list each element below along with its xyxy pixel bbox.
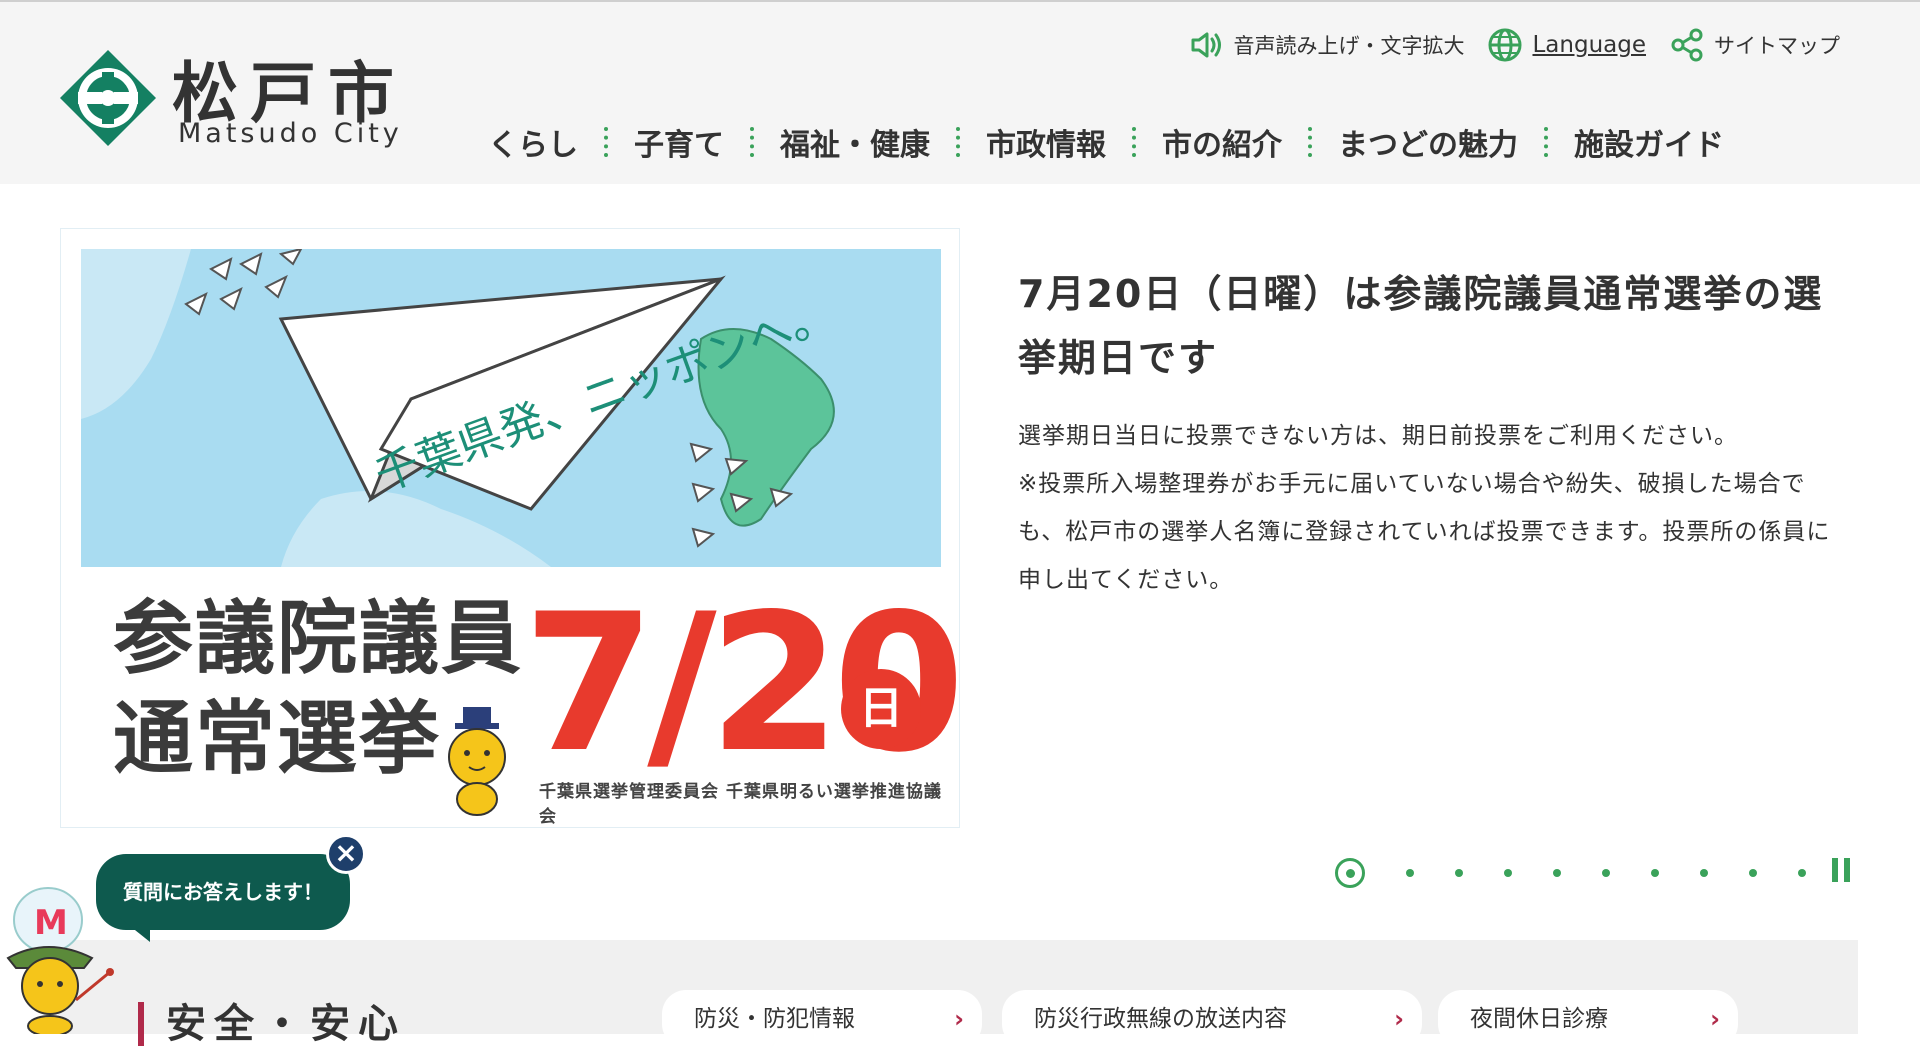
article-body: 選挙期日当日に投票できない方は、期日前投票をご利用ください。 ※投票所入場整理券…	[1018, 412, 1848, 604]
share-icon	[1671, 28, 1703, 62]
language-link[interactable]: Language	[1486, 26, 1646, 64]
globe-icon	[1488, 28, 1522, 62]
speaker-icon	[1191, 32, 1222, 58]
banner-day-badge: 日	[841, 669, 921, 749]
chatbot-mascot-icon[interactable]: M	[0, 880, 120, 1034]
article-body-paragraph: ※投票所入場整理券がお手元に届いていない場合や紛失、破損した場合でも、松戸市の選…	[1018, 471, 1831, 593]
quick-link-label: 防災行政無線の放送内容	[1034, 1006, 1287, 1032]
carousel-dot[interactable]	[1553, 869, 1561, 877]
carousel-dot[interactable]	[1700, 869, 1708, 877]
section-heading: 安全・安心	[138, 1002, 406, 1046]
nav-item-kosodate[interactable]: 子育て	[616, 120, 742, 164]
quick-link-disaster-info[interactable]: 防災・防犯情報 ›	[662, 990, 982, 1048]
chevron-right-icon: ›	[1394, 1005, 1404, 1033]
nav-divider	[604, 127, 608, 157]
global-navigation: くらし 子育て 福祉・健康 市政情報 市の紹介 まつどの魅力 施設ガイド	[470, 120, 1742, 164]
site-header: 松戸市 Matsudo City 音声読み上げ・文字拡大 Language サイ…	[0, 0, 1920, 184]
nav-divider	[1132, 127, 1136, 157]
utility-links: 音声読み上げ・文字拡大 Language サイトマップ	[1187, 26, 1840, 64]
article-title[interactable]: 7月20日（日曜）は参議院議員通常選挙の選挙期日です	[1018, 262, 1848, 390]
pause-icon[interactable]	[1832, 858, 1854, 882]
close-icon[interactable]: ×	[326, 834, 366, 874]
chevron-right-icon: ›	[954, 1005, 964, 1033]
sitemap-link[interactable]: サイトマップ	[1668, 26, 1840, 64]
article-body-paragraph: 選挙期日当日に投票できない方は、期日前投票をご利用ください。	[1018, 423, 1738, 449]
lion-mascot-icon	[448, 707, 506, 816]
carousel-dot[interactable]	[1602, 869, 1610, 877]
city-emblem-icon	[60, 50, 156, 146]
carousel-dot[interactable]	[1455, 869, 1463, 877]
quick-link-radio-broadcast[interactable]: 防災行政無線の放送内容 ›	[1002, 990, 1422, 1048]
language-label: Language	[1532, 32, 1646, 58]
chatbot-bubble-tail	[120, 918, 150, 942]
carousel-dot-active[interactable]	[1335, 858, 1365, 888]
sitemap-label: サイトマップ	[1714, 34, 1840, 58]
nav-item-shisetsu[interactable]: 施設ガイド	[1556, 120, 1742, 164]
nav-divider	[956, 127, 960, 157]
safety-section: 安全・安心 防災・防犯情報 › 防災行政無線の放送内容 › 夜間休日診療 ›	[58, 940, 1858, 1048]
nav-item-kurashi[interactable]: くらし	[470, 120, 596, 164]
carousel-dot[interactable]	[1406, 869, 1414, 877]
carousel-pagination	[1335, 858, 1806, 888]
carousel-dot[interactable]	[1504, 869, 1512, 877]
speech-zoom-label: 音声読み上げ・文字拡大	[1233, 34, 1465, 58]
nav-divider	[750, 127, 754, 157]
quick-link-label: 夜間休日診療	[1470, 1006, 1608, 1032]
banner-title-line1: 参議院議員	[113, 592, 523, 685]
svg-text:M: M	[34, 903, 68, 943]
quick-link-night-clinic[interactable]: 夜間休日診療 ›	[1438, 990, 1738, 1048]
logo-english-name: Matsudo City	[178, 118, 403, 149]
carousel-dot[interactable]	[1798, 869, 1806, 877]
carousel-dot[interactable]	[1749, 869, 1757, 877]
speech-zoom-link[interactable]: 音声読み上げ・文字拡大	[1187, 26, 1464, 64]
quick-link-label: 防災・防犯情報	[694, 1006, 855, 1032]
site-logo[interactable]: 松戸市 Matsudo City	[58, 44, 428, 154]
nav-divider	[1544, 127, 1548, 157]
hero-banner[interactable]: 千葉県発、ニッポンへ。 参議院議員 通常選挙 7/20 日 千葉県選挙管理委員会…	[60, 228, 965, 828]
slide-article: 7月20日（日曜）は参議院議員通常選挙の選挙期日です 選挙期日当日に投票できない…	[1018, 262, 1848, 604]
banner-credit: 千葉県選挙管理委員会 千葉県明るい選挙推進協議会	[539, 782, 942, 827]
nav-item-shisei[interactable]: 市政情報	[968, 120, 1124, 164]
nav-item-shokai[interactable]: 市の紹介	[1144, 120, 1300, 164]
chevron-right-icon: ›	[1710, 1005, 1720, 1033]
banner-illustration: 千葉県発、ニッポンへ。	[81, 247, 941, 567]
carousel-dot[interactable]	[1651, 869, 1659, 877]
nav-item-miryoku[interactable]: まつどの魅力	[1320, 120, 1536, 164]
nav-divider	[1308, 127, 1312, 157]
nav-item-fukushi[interactable]: 福祉・健康	[762, 120, 948, 164]
